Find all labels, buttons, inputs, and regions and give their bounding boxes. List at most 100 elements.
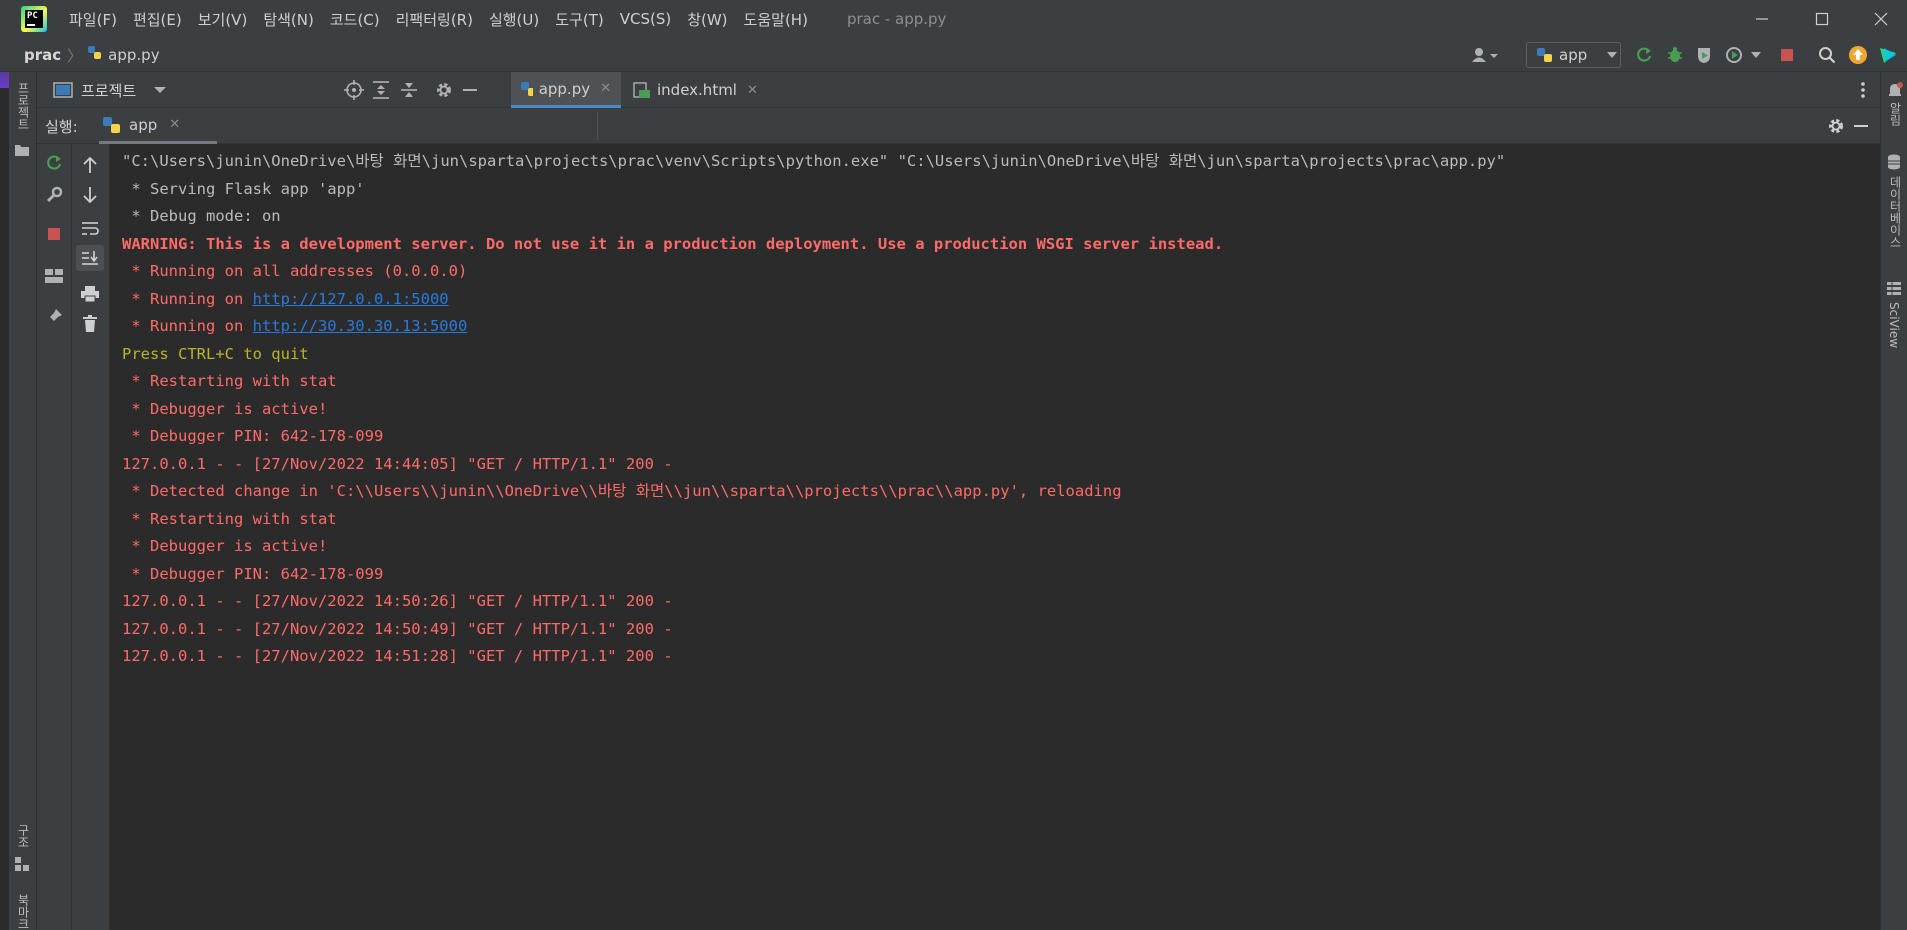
menu-run[interactable]: 실행(U) bbox=[489, 9, 539, 30]
console-warning-line: WARNING: This is a development server. D… bbox=[122, 234, 1224, 253]
run-config-dropdown[interactable]: app bbox=[1526, 42, 1621, 68]
layout-icon[interactable] bbox=[43, 265, 65, 287]
sciview-tool-window-button[interactable]: SciView bbox=[1887, 302, 1901, 348]
project-tool-window-button[interactable]: 프로젝트 bbox=[15, 82, 32, 130]
console-line: * Restarting with stat bbox=[122, 372, 337, 390]
divider bbox=[597, 112, 598, 140]
stop-icon[interactable] bbox=[43, 223, 65, 245]
console-line: * Debug mode: on bbox=[122, 207, 281, 225]
jetbrains-toolbox-icon[interactable] bbox=[1878, 45, 1898, 65]
run-toolbar-primary bbox=[37, 144, 72, 930]
close-tab-icon[interactable]: ✕ bbox=[747, 83, 758, 98]
console-line: * Debugger is active! bbox=[122, 399, 328, 418]
database-icon[interactable] bbox=[1887, 154, 1901, 174]
sciview-icon[interactable] bbox=[1887, 282, 1901, 300]
run-tab-label: app bbox=[129, 115, 158, 134]
console-text: * Running on bbox=[122, 289, 253, 308]
print-icon[interactable] bbox=[79, 283, 101, 305]
editor-tabs-row: 프로젝트 app.py ✕ index.html ✕ bbox=[37, 72, 1880, 108]
project-panel-header: 프로젝트 bbox=[37, 72, 511, 108]
structure-tool-window-button[interactable]: 구조 bbox=[15, 824, 32, 848]
search-icon[interactable] bbox=[1817, 45, 1837, 65]
console-line: 127.0.0.1 - - [27/Nov/2022 14:50:26] "GE… bbox=[122, 592, 673, 610]
minimize-icon[interactable] bbox=[1736, 0, 1788, 38]
run-with-coverage-icon[interactable] bbox=[1694, 45, 1714, 65]
arrow-down-icon[interactable] bbox=[79, 184, 101, 206]
gear-icon[interactable] bbox=[1826, 116, 1846, 140]
menu-window[interactable]: 창(W) bbox=[687, 9, 727, 30]
menu-vcs[interactable]: VCS(S) bbox=[620, 10, 671, 28]
console-line: * Restarting with stat bbox=[122, 509, 337, 528]
scroll-to-end-icon[interactable] bbox=[76, 245, 104, 271]
navigation-bar: prac 〉 app.py app bbox=[0, 38, 1907, 72]
run-panel-header: 실행: app ✕ bbox=[37, 108, 1880, 144]
update-available-icon[interactable] bbox=[1848, 45, 1868, 65]
menu-navigate[interactable]: 탐색(N) bbox=[263, 9, 314, 30]
profile-icon[interactable] bbox=[1724, 45, 1744, 65]
console-line: 127.0.0.1 - - [27/Nov/2022 14:44:05] "GE… bbox=[122, 454, 673, 473]
local-url-link[interactable]: http://127.0.0.1:5000 bbox=[253, 290, 449, 308]
trash-icon[interactable] bbox=[79, 313, 101, 335]
console-line: 127.0.0.1 - - [27/Nov/2022 14:51:28] "GE… bbox=[122, 647, 673, 665]
console-line: * Running on http://127.0.0.1:5000 bbox=[122, 286, 1880, 314]
title-bar: PC 파일(F) 편집(E) 보기(V) 탐색(N) 코드(C) 리팩터링(R)… bbox=[0, 0, 1907, 38]
gear-icon[interactable] bbox=[434, 80, 454, 104]
menu-refactor[interactable]: 리팩터링(R) bbox=[396, 9, 473, 30]
python-run-config-icon bbox=[1537, 48, 1552, 62]
close-window-icon[interactable] bbox=[1855, 0, 1907, 38]
run-panel-title: 실행: bbox=[45, 117, 78, 136]
more-options-vertical-icon[interactable] bbox=[1859, 80, 1867, 104]
vcs-user-icon[interactable] bbox=[1470, 45, 1500, 65]
database-tool-window-button[interactable]: 데이터베이스 bbox=[1887, 176, 1904, 248]
soft-wrap-icon[interactable] bbox=[79, 217, 101, 239]
console-line: * Debugger PIN: 642-178-099 bbox=[122, 427, 384, 445]
close-tab-icon[interactable]: ✕ bbox=[169, 117, 180, 132]
maximize-icon[interactable] bbox=[1796, 0, 1848, 38]
notification-bell-icon[interactable] bbox=[1887, 82, 1903, 102]
lan-url-link[interactable]: http://30.30.30.13:5000 bbox=[253, 317, 468, 335]
run-tab-app[interactable]: app ✕ bbox=[99, 108, 217, 144]
run-toolbar-secondary bbox=[72, 144, 110, 930]
debug-bug-icon[interactable] bbox=[1665, 45, 1685, 65]
bookmarks-tool-window-button[interactable]: 북마크 bbox=[15, 894, 32, 930]
close-tab-icon[interactable]: ✕ bbox=[600, 81, 611, 96]
pycharm-logo-icon: PC bbox=[21, 6, 47, 32]
rerun-icon[interactable] bbox=[43, 152, 65, 174]
console-line: * Detected change in 'C:\\Users\\junin\\… bbox=[122, 482, 1122, 500]
menu-code[interactable]: 코드(C) bbox=[330, 9, 380, 30]
rerun-icon[interactable] bbox=[1634, 45, 1654, 65]
breadcrumb-project[interactable]: prac bbox=[24, 46, 61, 64]
chevron-down-icon[interactable] bbox=[154, 86, 167, 94]
notifications-tool-window-button[interactable]: 알림 bbox=[1887, 102, 1904, 126]
python-file-icon bbox=[88, 46, 102, 64]
more-run-options-icon[interactable] bbox=[1749, 45, 1763, 65]
menu-view[interactable]: 보기(V) bbox=[198, 9, 248, 30]
arrow-up-icon[interactable] bbox=[79, 154, 101, 176]
console-line: 127.0.0.1 - - [27/Nov/2022 14:50:49] "GE… bbox=[122, 619, 673, 638]
console-line: * Running on all addresses (0.0.0.0) bbox=[122, 262, 468, 280]
window-title: prac - app.py bbox=[846, 10, 947, 28]
tab-index-html[interactable]: index.html ✕ bbox=[623, 72, 785, 108]
hide-panel-icon[interactable] bbox=[1852, 116, 1870, 140]
tab-app-py[interactable]: app.py ✕ bbox=[511, 72, 621, 108]
project-view-icon bbox=[53, 82, 73, 98]
console-line: Press CTRL+C to quit bbox=[122, 344, 309, 363]
folder-icon bbox=[15, 144, 29, 160]
console-line: * Serving Flask app 'app' bbox=[122, 179, 365, 198]
menu-edit[interactable]: 편집(E) bbox=[133, 9, 182, 30]
menu-tools[interactable]: 도구(T) bbox=[555, 9, 603, 30]
menu-file[interactable]: 파일(F) bbox=[69, 9, 117, 30]
pin-icon[interactable] bbox=[43, 306, 65, 328]
collapse-all-icon[interactable] bbox=[400, 80, 418, 104]
expand-all-icon[interactable] bbox=[372, 80, 390, 104]
structure-icon bbox=[15, 857, 29, 875]
chevron-down-icon bbox=[1607, 52, 1618, 58]
menu-help[interactable]: 도움말(H) bbox=[744, 9, 808, 30]
hide-panel-icon[interactable] bbox=[461, 80, 479, 104]
breadcrumb-file[interactable]: app.py bbox=[108, 46, 159, 64]
wrench-icon[interactable] bbox=[43, 184, 65, 206]
stop-icon[interactable] bbox=[1777, 45, 1797, 65]
run-console-output[interactable]: "C:\Users\junin\OneDrive\바탕 화면\jun\spart… bbox=[110, 144, 1880, 930]
locate-file-icon[interactable] bbox=[344, 80, 364, 104]
project-panel-title[interactable]: 프로젝트 bbox=[81, 80, 136, 101]
